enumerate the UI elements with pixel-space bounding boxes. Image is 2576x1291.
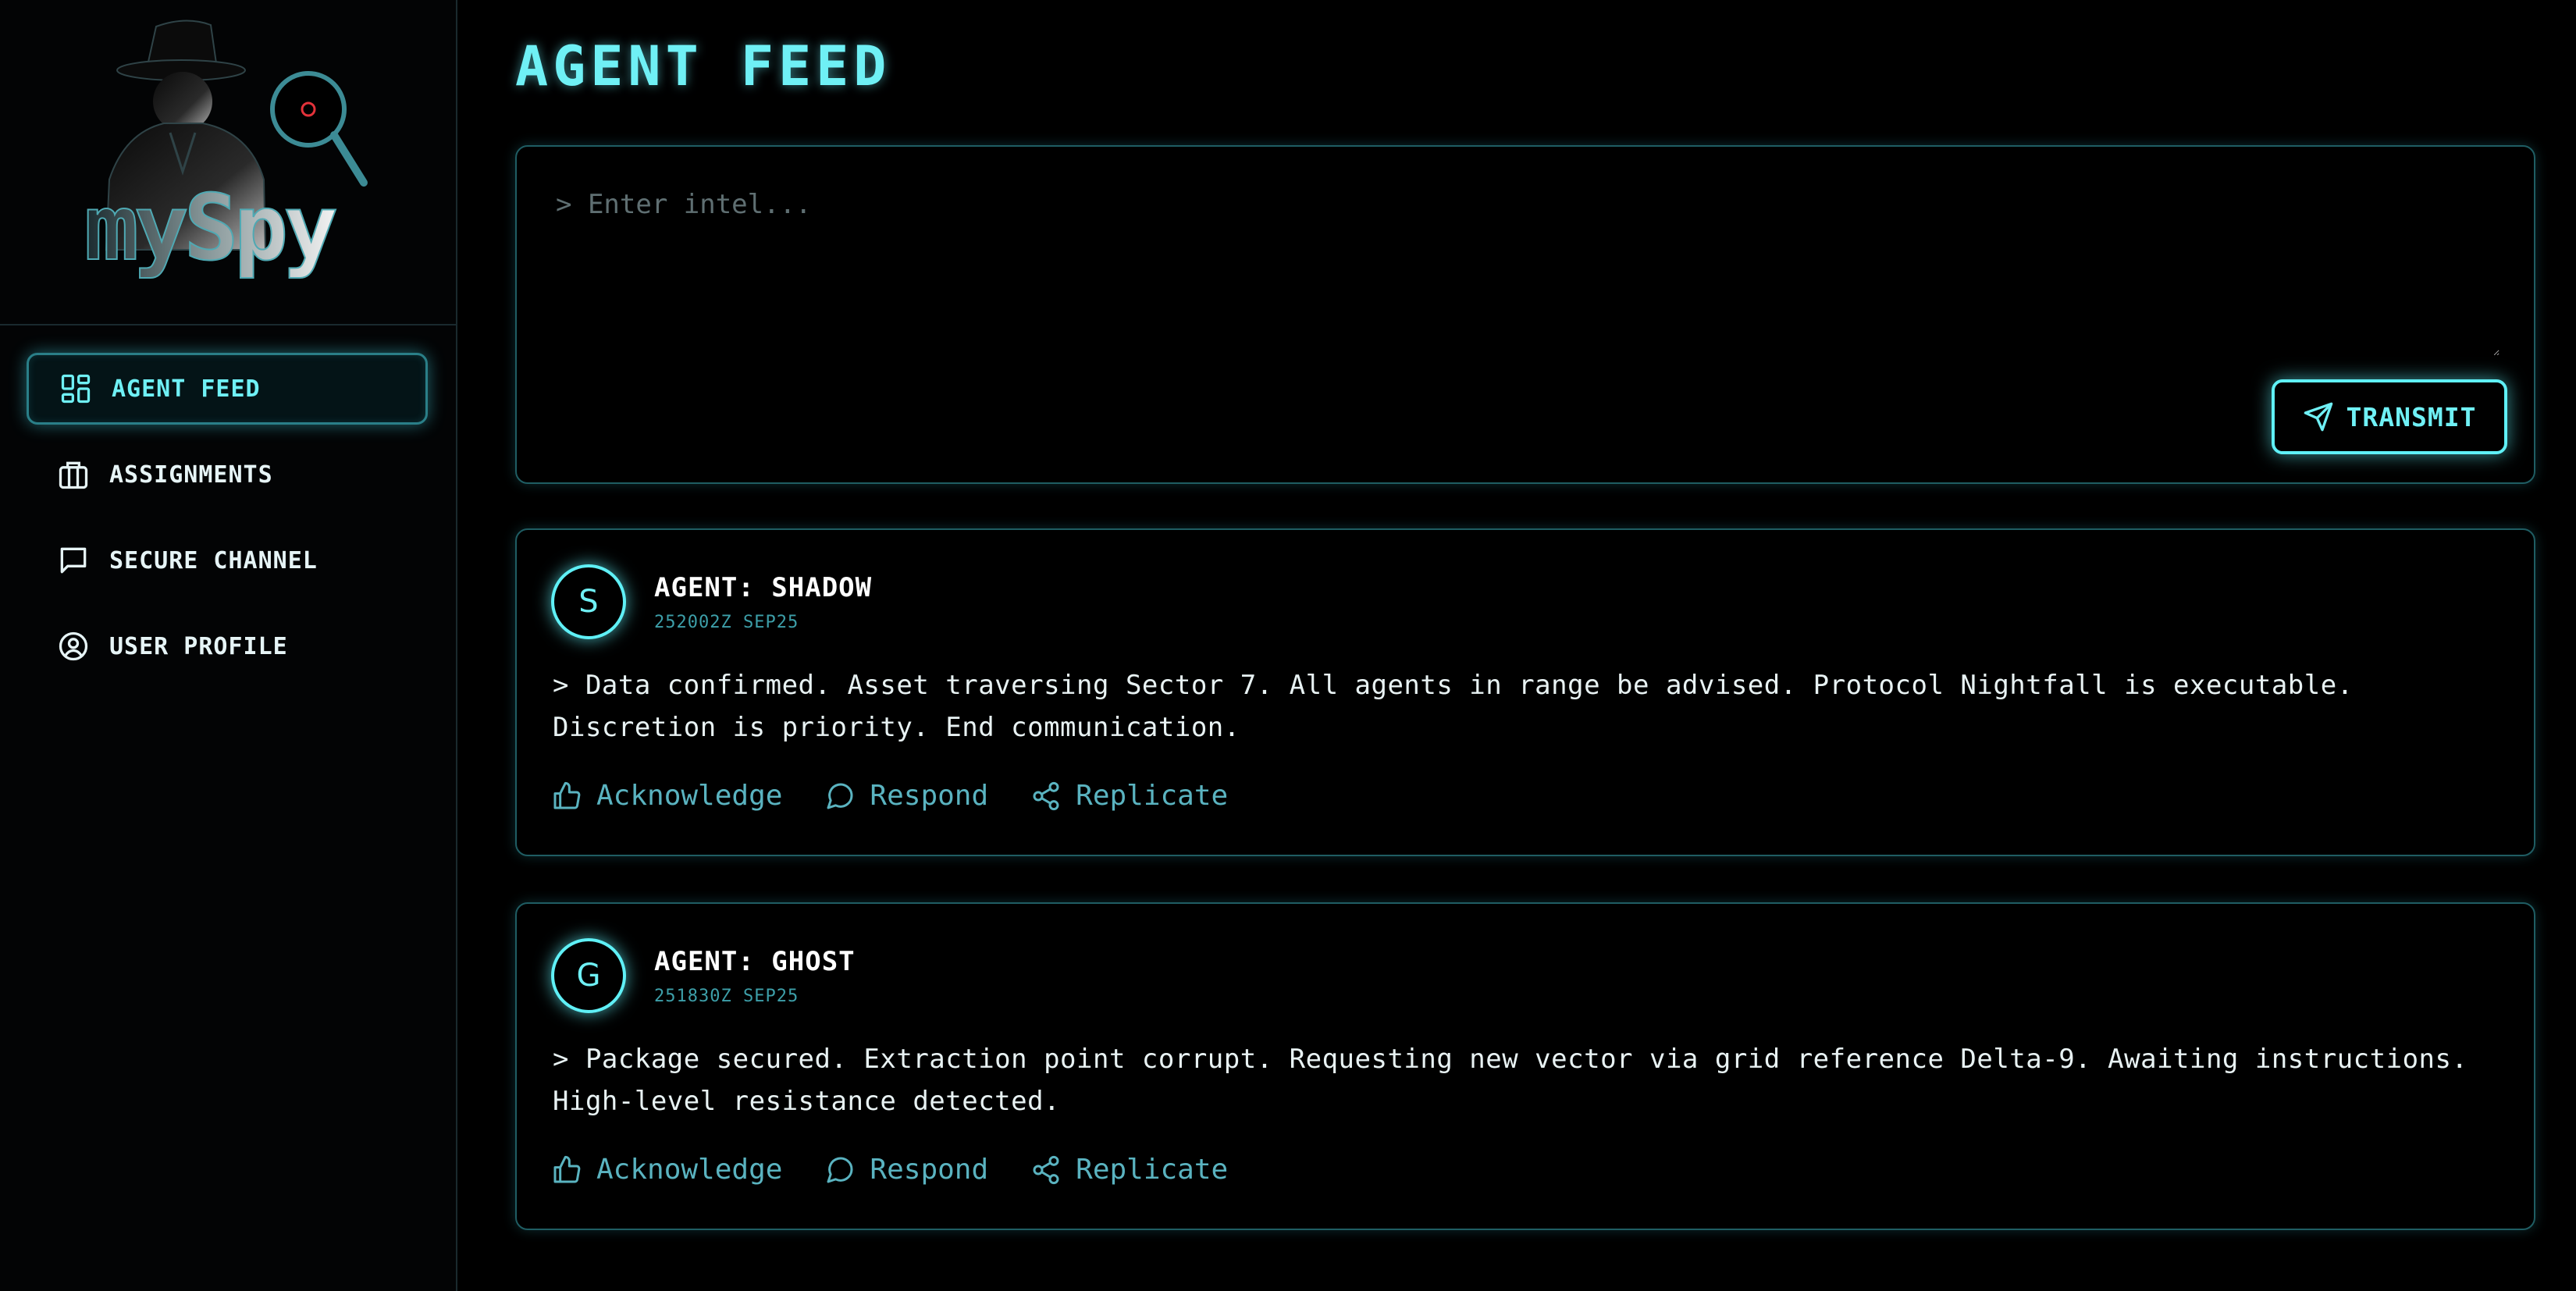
post-author[interactable]: AGENT: SHADOW — [654, 572, 872, 603]
briefcase-icon — [56, 457, 91, 492]
acknowledge-button[interactable]: Acknowledge — [551, 1154, 782, 1186]
post-author[interactable]: AGENT: GHOST — [654, 946, 856, 977]
sidebar-item-label: SECURE CHANNEL — [109, 546, 318, 574]
replicate-button[interactable]: Replicate — [1030, 1154, 1228, 1186]
replicate-label: Replicate — [1076, 1154, 1229, 1186]
transmit-label: TRANSMIT — [2346, 401, 2477, 432]
sidebar-item-agent-feed[interactable]: AGENT FEED — [27, 353, 428, 425]
dashboard-icon — [59, 372, 93, 406]
acknowledge-button[interactable]: Acknowledge — [551, 780, 782, 812]
logo-text: mySpy — [84, 176, 336, 281]
thumbs-up-icon — [553, 1155, 581, 1183]
user-circle-icon — [56, 629, 91, 663]
sidebar: mySpy AGENT FEED ASSIGNMENTS SECURE CHAN… — [0, 0, 457, 1291]
sidebar-item-label: USER PROFILE — [109, 632, 288, 660]
sidebar-item-assignments[interactable]: ASSIGNMENTS — [27, 439, 428, 510]
respond-label: Respond — [870, 1154, 989, 1186]
respond-button[interactable]: Respond — [824, 1154, 988, 1186]
post-body: > Data confirmed. Asset traversing Secto… — [553, 670, 2354, 743]
page-title: AGENT FEED — [515, 34, 891, 98]
share-icon — [1033, 781, 1059, 810]
avatar[interactable]: S — [551, 564, 626, 639]
feed-post: G AGENT: GHOST 251830Z SEP25 > Package s… — [515, 902, 2535, 1230]
replicate-button[interactable]: Replicate — [1030, 780, 1228, 812]
comment-icon — [827, 783, 853, 809]
sidebar-item-label: ASSIGNMENTS — [109, 461, 273, 489]
acknowledge-label: Acknowledge — [596, 1154, 783, 1186]
post-timestamp: 252002Z SEP25 — [654, 613, 799, 632]
feed-post: S AGENT: SHADOW 252002Z SEP25 > Data con… — [515, 528, 2535, 856]
respond-button[interactable]: Respond — [824, 780, 988, 812]
acknowledge-label: Acknowledge — [596, 780, 783, 812]
sidebar-item-label: AGENT FEED — [112, 375, 261, 403]
avatar[interactable]: G — [551, 938, 626, 1013]
sidebar-nav: AGENT FEED ASSIGNMENTS SECURE CHANNEL US… — [27, 353, 428, 696]
spy-logo: mySpy — [84, 20, 368, 281]
post-timestamp: 251830Z SEP25 — [654, 987, 799, 1006]
post-actions: Acknowledge Respond Replicate — [551, 780, 1228, 812]
intel-composer: TRANSMIT — [515, 145, 2535, 484]
intel-input[interactable] — [532, 162, 2500, 356]
transmit-button[interactable]: TRANSMIT — [2272, 379, 2507, 454]
post-body: > Package secured. Extraction point corr… — [553, 1044, 2468, 1117]
post-actions: Acknowledge Respond Replicate — [551, 1154, 1228, 1186]
send-icon — [2304, 402, 2332, 432]
thumbs-up-icon — [553, 781, 581, 809]
replicate-label: Replicate — [1076, 780, 1229, 812]
chat-icon — [56, 543, 91, 578]
share-icon — [1033, 1155, 1059, 1184]
logo-area: mySpy — [0, 0, 456, 325]
respond-label: Respond — [870, 780, 989, 812]
comment-icon — [827, 1157, 853, 1183]
sidebar-item-secure-channel[interactable]: SECURE CHANNEL — [27, 525, 428, 596]
sidebar-item-user-profile[interactable]: USER PROFILE — [27, 610, 428, 682]
